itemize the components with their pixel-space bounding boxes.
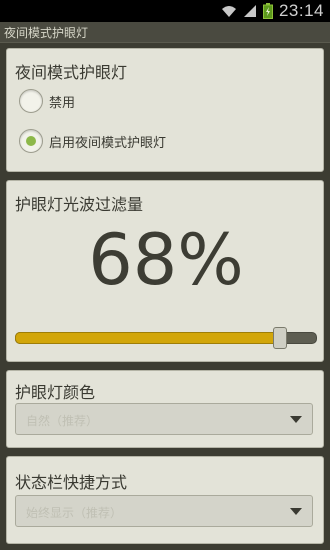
title-bar: 夜间模式护眼灯 (0, 22, 330, 43)
radio-enable-label: 启用夜间模式护眼灯 (49, 135, 167, 151)
color-panel: 护眼灯颜色 自然（推荐） (6, 370, 324, 448)
status-bar: 23:14 (0, 0, 330, 22)
dropdown-arrow-icon (290, 416, 302, 423)
radio-disable[interactable]: 禁用 (19, 89, 75, 113)
slider-fill (15, 332, 281, 344)
shortcut-select[interactable]: 始终显示（推荐） (15, 495, 313, 527)
radio-disable-label: 禁用 (49, 95, 76, 111)
filter-slider[interactable] (15, 327, 317, 349)
radio-disable-button[interactable] (19, 89, 43, 113)
radio-enable-button[interactable] (19, 129, 43, 153)
battery-icon (262, 3, 273, 19)
shortcut-select-value: 始终显示（推荐） (26, 506, 123, 520)
wifi-icon (221, 6, 236, 17)
color-heading: 护眼灯颜色 (15, 383, 96, 402)
shortcut-panel: 状态栏快捷方式 始终显示（推荐） (6, 456, 324, 544)
shortcut-heading: 状态栏快捷方式 (15, 473, 128, 492)
radio-selected-dot (26, 136, 36, 146)
night-mode-heading: 夜间模式护眼灯 (15, 63, 128, 82)
color-select-value: 自然（推荐） (26, 414, 99, 428)
slider-thumb[interactable] (273, 327, 287, 349)
filter-heading: 护眼灯光波过滤量 (15, 195, 144, 214)
color-select[interactable]: 自然（推荐） (15, 403, 313, 435)
night-mode-panel: 夜间模式护眼灯 禁用 启用夜间模式护眼灯 (6, 48, 324, 172)
dropdown-arrow-icon (290, 508, 302, 515)
app-title: 夜间模式护眼灯 (4, 26, 89, 40)
filter-value: 68% (88, 219, 244, 301)
signal-icon (243, 5, 256, 17)
filter-panel: 护眼灯光波过滤量 68% (6, 180, 324, 362)
radio-enable[interactable]: 启用夜间模式护眼灯 (19, 129, 166, 153)
clock: 23:14 (278, 1, 324, 20)
